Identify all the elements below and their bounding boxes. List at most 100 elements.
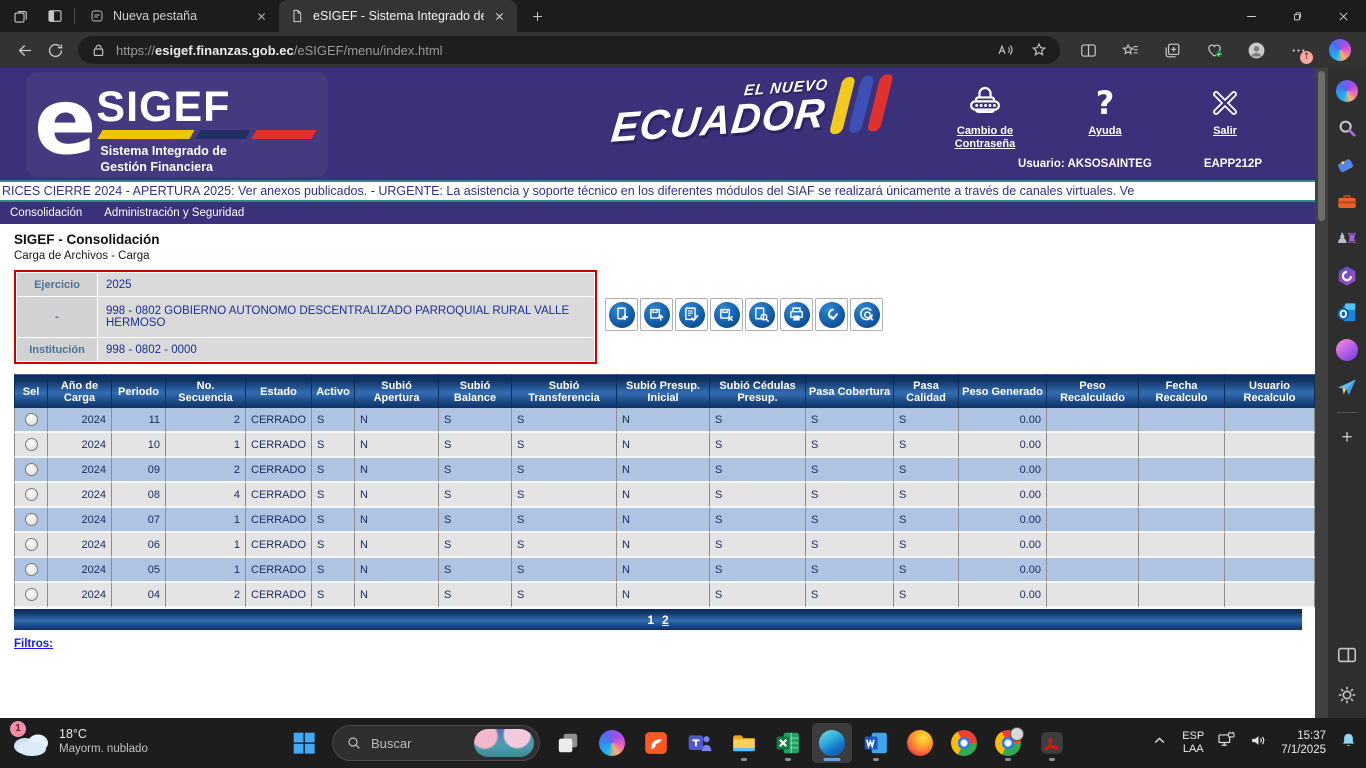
read-aloud-icon[interactable] [996,41,1014,59]
menu-administracion[interactable]: Administración y Seguridad [104,207,244,219]
table-cell: N [617,408,710,433]
lock-icon[interactable] [90,42,107,59]
minimize-button[interactable] [1228,0,1274,32]
pagination-bar: 1 2 [14,609,1302,630]
taskbar-foxit-button[interactable] [636,723,676,763]
notifications-bell-icon[interactable] [1339,731,1358,755]
weather-widget[interactable]: 1 18°C Mayorm. nublado [12,724,148,758]
table-cell: N [617,483,710,508]
edge-sidebar-apps: ♟♜ [1336,80,1358,398]
row-select-radio[interactable] [25,588,38,601]
taskbar-firefox-button[interactable] [900,723,940,763]
table-cell: 2024 [48,583,112,608]
column-header: Fecha Recalculo [1139,374,1225,408]
table-cell: S [312,508,355,533]
more-options-icon[interactable]: ↑ [1282,35,1314,65]
help-link[interactable]: ? Ayuda [1062,82,1148,151]
table-cell: S [512,583,617,608]
change-password-link[interactable]: Cambio de Contraseña [942,82,1028,151]
preview-file-button[interactable] [745,298,778,331]
row-select-radio[interactable] [25,513,38,526]
taskbar-search[interactable]: Buscar [332,725,540,761]
sidebar-search-icon[interactable] [1336,117,1358,139]
sidebar-microsoft-365-icon[interactable] [1336,265,1358,287]
sidebar-tools-icon[interactable] [1336,191,1358,213]
taskbar-explorer-button[interactable] [724,723,764,763]
table-row: 2024101CERRADOSNSSNSSS0.00 [14,433,1315,458]
sidebar-shopping-icon[interactable] [1336,154,1358,176]
filters-link[interactable]: Filtros: [14,638,53,650]
favorites-icon[interactable] [1114,35,1146,65]
table-cell: 2024 [48,458,112,483]
restore-button[interactable] [1274,0,1320,32]
taskbar-teams-button[interactable] [680,723,720,763]
row-select-radio[interactable] [25,488,38,501]
table-cell [1225,458,1315,483]
new-tab-button[interactable] [523,2,551,30]
add-sidebar-app-button[interactable]: + [1336,427,1358,449]
sidebar-outlook-icon[interactable] [1336,302,1358,324]
validate-file-button[interactable] [675,298,708,331]
refresh-button[interactable] [40,35,70,65]
taskbar-chrome-button[interactable] [944,723,984,763]
exit-link[interactable]: Salir [1182,82,1268,151]
taskbar-copilot-button[interactable] [592,723,632,763]
split-screen-icon[interactable] [1072,35,1104,65]
table-cell: 05 [112,558,166,583]
taskbar-excel-button[interactable] [768,723,808,763]
sidebar-send-icon[interactable] [1336,376,1358,398]
sidebar-games-icon[interactable]: ♟♜ [1336,228,1358,250]
close-button[interactable] [1320,0,1366,32]
clock[interactable]: 15:37 7/1/2025 [1281,729,1326,757]
table-cell: N [617,583,710,608]
table-cell: CERRADO [246,533,312,558]
delete-file-button[interactable] [710,298,743,331]
taskbar-word-button[interactable] [856,723,896,763]
address-bar[interactable]: https://esigef.finanzas.gob.ec/eSIGEF/me… [78,36,1060,64]
language-indicator[interactable]: ESP LAA [1182,730,1204,756]
quality-check-button[interactable] [815,298,848,331]
row-select-radio[interactable] [25,463,38,476]
menu-consolidacion[interactable]: Consolidación [10,207,82,219]
tab-close-icon[interactable] [492,9,507,24]
row-select-radio[interactable] [25,413,38,426]
print-button[interactable] [780,298,813,331]
profile-avatar[interactable] [1240,35,1272,65]
taskbar-edge-button[interactable] [812,723,852,763]
volume-icon[interactable] [1249,731,1268,755]
sidebar-copilot-icon[interactable] [1336,80,1358,102]
taskbar-acrobat-button[interactable] [1032,723,1072,763]
taskbar-task-view-button[interactable] [548,723,588,763]
table-cell: S [806,558,894,583]
row-select-radio[interactable] [25,563,38,576]
sidebar-settings-button[interactable] [1336,684,1358,706]
network-icon[interactable] [1217,731,1236,755]
back-button[interactable] [10,35,40,65]
tab-esigef[interactable]: eSIGEF - Sistema Integrado de G [279,0,517,32]
page-link-2[interactable]: 2 [662,613,669,627]
row-select-radio[interactable] [25,538,38,551]
page-scrollbar[interactable] [1315,68,1328,718]
browser-essentials-icon[interactable] [1198,35,1230,65]
row-select-radio[interactable] [25,438,38,451]
tray-chevron-icon[interactable] [1150,731,1169,755]
collections-icon[interactable] [1156,35,1188,65]
copilot-toolbar-icon[interactable] [1324,35,1356,65]
tab-nueva-pestana[interactable]: Nueva pestaña [79,0,279,32]
table-cell [1225,558,1315,583]
start-button[interactable] [284,723,324,763]
sidebar-designer-icon[interactable] [1336,339,1358,361]
search-highlight-image[interactable] [474,729,534,757]
tab-groups-icon[interactable] [12,7,30,25]
upload-file-button[interactable] [640,298,673,331]
favorite-star-icon[interactable] [1030,41,1048,59]
tab-close-icon[interactable] [254,9,269,24]
vertical-tabs-icon[interactable] [46,7,64,25]
new-file-button[interactable] [605,298,638,331]
taskbar-apps [548,723,1072,763]
taskbar-chrome-profile-button[interactable] [988,723,1028,763]
table-cell: N [355,583,439,608]
page-current[interactable]: 1 [647,613,654,627]
sidebar-panel-button[interactable] [1336,644,1358,666]
refresh-search-button[interactable] [850,298,883,331]
